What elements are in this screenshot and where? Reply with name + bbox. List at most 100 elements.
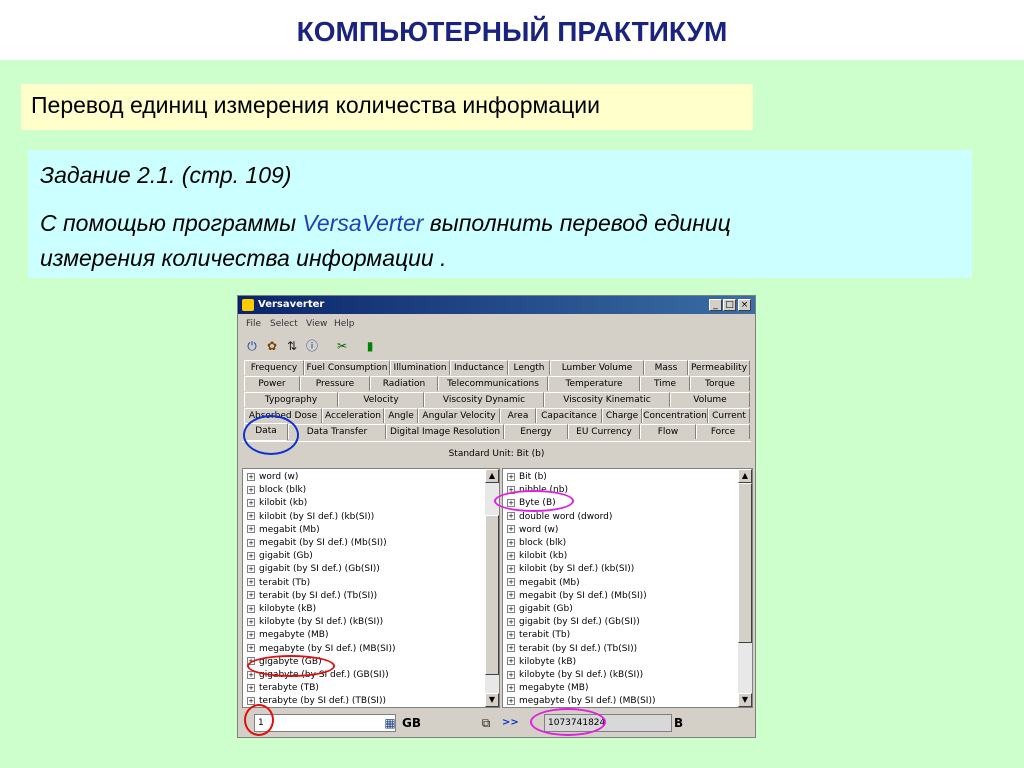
expand-icon[interactable]: +: [507, 670, 515, 679]
source-unit-list[interactable]: + word (w) + block (blk) + kilobit (kb) + kilob…: [242, 468, 500, 708]
list-item[interactable]: + megabit (Mb): [247, 524, 320, 537]
tab-angle[interactable]: Angle: [384, 408, 418, 423]
expand-icon[interactable]: +: [507, 472, 515, 481]
info-icon[interactable]: ⓘ: [304, 338, 320, 354]
expand-icon[interactable]: +: [247, 604, 255, 613]
target-unit-list[interactable]: + Bit (b) + nibble (nb) + Byte (B) + double wor…: [502, 468, 753, 708]
menu-select[interactable]: Select: [270, 319, 298, 329]
list-item[interactable]: + block (blk): [247, 484, 306, 497]
tab-concentration[interactable]: Concentration: [642, 408, 708, 423]
power-icon[interactable]: ⏻: [244, 338, 260, 354]
expand-icon[interactable]: +: [247, 617, 255, 626]
list-item[interactable]: + kilobit (by SI def.) (kb(SI)): [247, 511, 374, 524]
tab-force[interactable]: Force: [696, 424, 750, 439]
list-item[interactable]: + kilobit (kb): [247, 497, 307, 510]
tab-telecommunications[interactable]: Telecommunications: [438, 376, 548, 391]
list-item[interactable]: + megabyte (MB): [507, 682, 588, 695]
expand-icon[interactable]: +: [247, 578, 255, 587]
list-item[interactable]: + megabyte (MB): [247, 629, 328, 642]
tab-radiation[interactable]: Radiation: [370, 376, 438, 391]
expand-icon[interactable]: +: [247, 696, 255, 705]
calculator-icon[interactable]: ▦: [382, 715, 398, 731]
list-item[interactable]: + block (blk): [507, 537, 566, 550]
tab-absorbed-dose[interactable]: Absorbed Dose: [244, 408, 322, 423]
expand-icon[interactable]: +: [507, 683, 515, 692]
tab-fuel-consumption[interactable]: Fuel Consumption: [304, 360, 390, 375]
expand-icon[interactable]: +: [507, 512, 515, 521]
tab-time[interactable]: Time: [640, 376, 690, 391]
list-item[interactable]: + megabyte (by SI def.) (MB(SI)): [247, 643, 396, 656]
expand-icon[interactable]: +: [507, 630, 515, 639]
tab-lumber-volume[interactable]: Lumber Volume: [550, 360, 644, 375]
tab-acceleration[interactable]: Acceleration: [322, 408, 384, 423]
list-item[interactable]: + gigabyte (by SI def.) (GB(SI)): [247, 669, 389, 682]
minimize-button[interactable]: _: [709, 299, 722, 311]
scrollbar-thumb[interactable]: [485, 515, 499, 675]
expand-icon[interactable]: +: [247, 564, 255, 573]
list-item[interactable]: + nibble (nb): [507, 484, 568, 497]
expand-icon[interactable]: +: [247, 670, 255, 679]
expand-icon[interactable]: +: [247, 538, 255, 547]
close-button[interactable]: ×: [738, 299, 751, 311]
list-item[interactable]: + word (w): [247, 471, 298, 484]
expand-icon[interactable]: +: [247, 657, 255, 666]
expand-icon[interactable]: +: [247, 591, 255, 600]
list-item[interactable]: + kilobit (by SI def.) (kb(SI)): [507, 563, 634, 576]
expand-icon[interactable]: +: [507, 564, 515, 573]
expand-icon[interactable]: +: [247, 485, 255, 494]
list-item[interactable]: + gigabit (by SI def.) (Gb(SI)): [507, 616, 640, 629]
expand-icon[interactable]: +: [247, 644, 255, 653]
list-item[interactable]: + megabit (Mb): [507, 577, 580, 590]
list-item[interactable]: + gigabit (by SI def.) (Gb(SI)): [247, 563, 380, 576]
tab-permeability[interactable]: Permeability: [688, 360, 750, 375]
expand-icon[interactable]: +: [507, 525, 515, 534]
expand-icon[interactable]: +: [247, 512, 255, 521]
expand-icon[interactable]: +: [247, 683, 255, 692]
tab-data[interactable]: Data: [244, 423, 288, 441]
list-item[interactable]: + kilobyte (kB): [507, 656, 576, 669]
expand-icon[interactable]: +: [507, 578, 515, 587]
expand-icon[interactable]: +: [507, 551, 515, 560]
tab-capacitance[interactable]: Capacitance: [536, 408, 602, 423]
tab-inductance[interactable]: Inductance: [450, 360, 508, 375]
tab-angular-velocity[interactable]: Angular Velocity: [418, 408, 500, 423]
list-item[interactable]: + terabit (by SI def.) (Tb(SI)): [507, 643, 637, 656]
tab-pressure[interactable]: Pressure: [300, 376, 370, 391]
menu-file[interactable]: File: [246, 319, 261, 329]
tab-data-transfer[interactable]: Data Transfer: [288, 424, 386, 439]
settings-icon[interactable]: ✿: [264, 338, 280, 354]
expand-icon[interactable]: +: [507, 498, 515, 507]
tab-length[interactable]: Length: [508, 360, 550, 375]
list-item[interactable]: + terabyte (by SI def.) (TB(SI)): [247, 695, 386, 707]
tab-flow[interactable]: Flow: [640, 424, 696, 439]
expand-icon[interactable]: +: [507, 538, 515, 547]
list-item[interactable]: + Byte (B): [507, 497, 556, 510]
tab-torque[interactable]: Torque: [690, 376, 750, 391]
expand-icon[interactable]: +: [247, 472, 255, 481]
list-item[interactable]: + Bit (b): [507, 471, 547, 484]
scroll-down-arrow-icon[interactable]: ▼: [738, 693, 752, 707]
swap-icon[interactable]: ⇅: [284, 338, 300, 354]
tab-viscosity-dynamic[interactable]: Viscosity Dynamic: [424, 392, 544, 407]
tools-icon[interactable]: ✂: [334, 338, 350, 354]
tab-volume[interactable]: Volume: [670, 392, 750, 407]
tab-power[interactable]: Power: [244, 376, 300, 391]
expand-icon[interactable]: +: [507, 644, 515, 653]
expand-icon[interactable]: +: [507, 604, 515, 613]
menu-view[interactable]: View: [306, 319, 327, 329]
expand-icon[interactable]: +: [247, 551, 255, 560]
scroll-up-arrow-icon[interactable]: ▲: [485, 469, 499, 483]
tab-digital-image-resolution[interactable]: Digital Image Resolution: [386, 424, 504, 439]
expand-icon[interactable]: +: [247, 498, 255, 507]
scrollbar-thumb[interactable]: [738, 483, 752, 643]
maximize-button[interactable]: □: [723, 299, 736, 311]
list-item[interactable]: + kilobyte (kB): [247, 603, 316, 616]
expand-icon[interactable]: +: [507, 657, 515, 666]
list-item[interactable]: + megabyte (by SI def.) (MB(SI)): [507, 695, 656, 707]
scroll-down-arrow-icon[interactable]: ▼: [485, 693, 499, 707]
list-item[interactable]: + terabit (Tb): [247, 577, 310, 590]
scroll-up-arrow-icon[interactable]: ▲: [738, 469, 752, 483]
list-item[interactable]: + megabit (by SI def.) (Mb(SI)): [247, 537, 387, 550]
list-item[interactable]: + terabit (Tb): [507, 629, 570, 642]
tab-illumination[interactable]: Illumination: [390, 360, 450, 375]
